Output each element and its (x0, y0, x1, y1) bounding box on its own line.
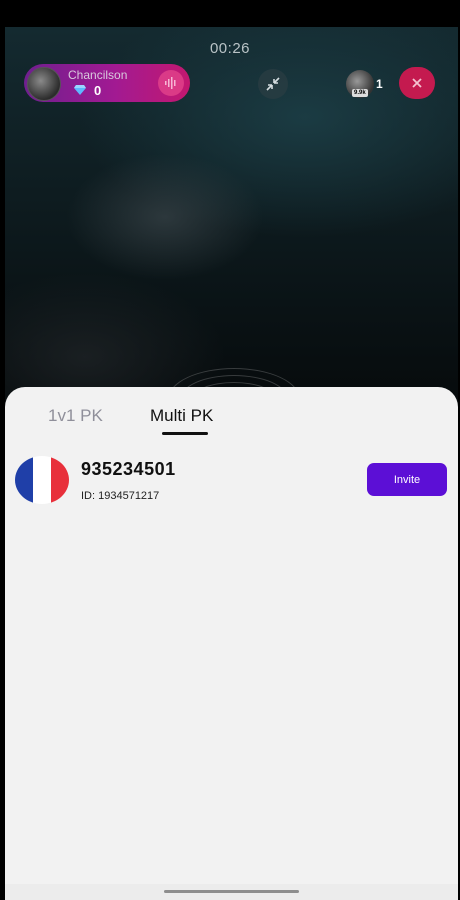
diamond-icon (74, 85, 86, 95)
active-tab-indicator (162, 432, 208, 435)
tab-multi-pk[interactable]: Multi PK (150, 406, 213, 426)
france-flag-icon (15, 456, 69, 504)
host-avatar[interactable] (27, 67, 61, 101)
live-timer: 00:26 (209, 40, 251, 57)
tab-1v1-pk[interactable]: 1v1 PK (48, 406, 103, 426)
minimize-button[interactable] (258, 69, 288, 99)
viewer-badge: 9.9k (352, 89, 368, 97)
close-icon (412, 78, 422, 88)
invite-button[interactable]: Invite (367, 463, 447, 496)
close-button[interactable] (399, 67, 435, 99)
host-name: Chancilson (68, 68, 128, 82)
voice-button[interactable] (158, 70, 184, 96)
host-info-pill[interactable]: Chancilson 0 (24, 64, 190, 102)
host-gem-count: 0 (94, 83, 102, 98)
sound-wave-icon (165, 77, 176, 89)
home-indicator[interactable] (164, 890, 299, 893)
viewer-count[interactable]: 1 (376, 77, 383, 91)
minimize-arrows-icon (266, 77, 280, 91)
user-name: 935234501 (81, 459, 176, 479)
list-item: 935234501 ID: 1934571217 Invite (5, 453, 458, 509)
user-id: ID: 1934571217 (81, 490, 160, 502)
system-nav-bar (5, 884, 458, 900)
pk-invite-screen: 00:26 Chancilson 0 9.9k 1 1v1 PK Multi P… (0, 0, 460, 900)
pk-bottom-sheet: 1v1 PK Multi PK 935234501 ID: 1934571217… (5, 387, 458, 900)
